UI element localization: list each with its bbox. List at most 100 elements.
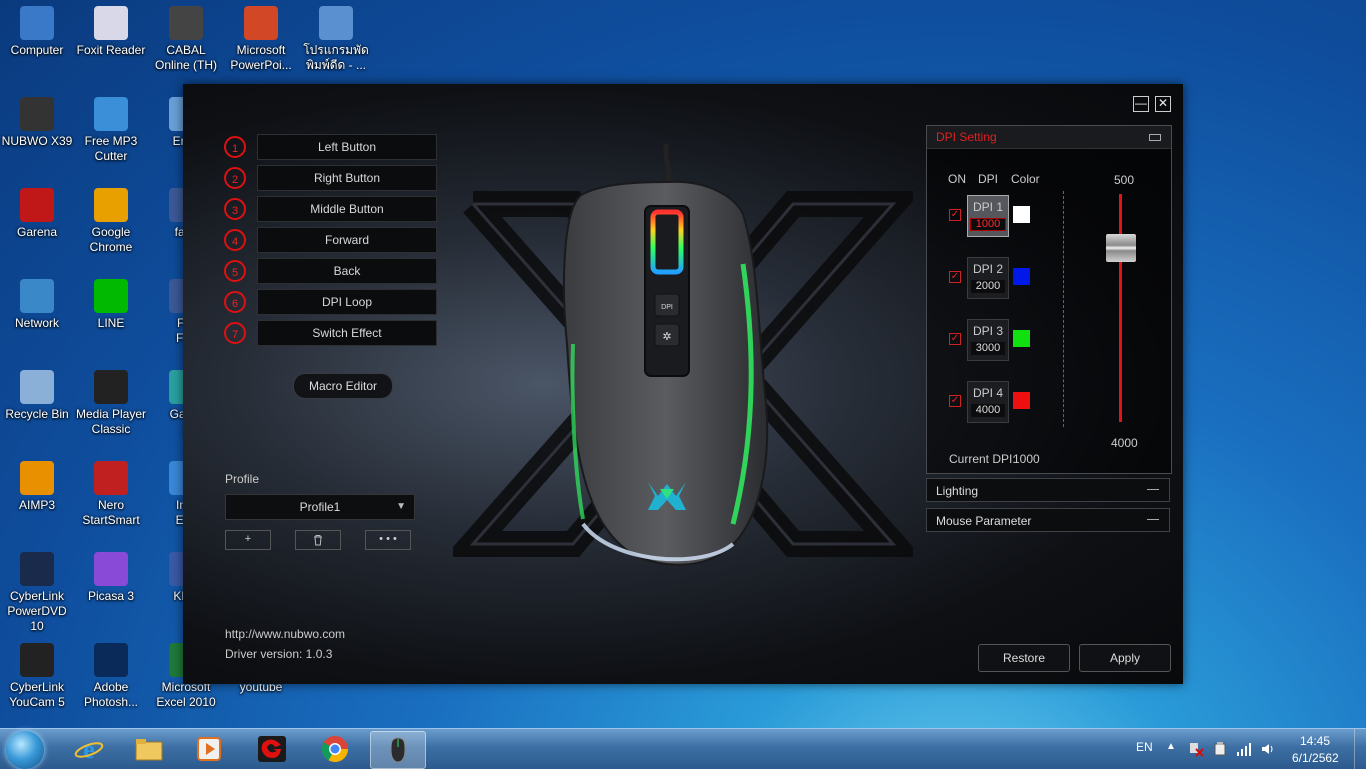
button-assign-2[interactable]: Right Button: [257, 165, 437, 191]
website-link[interactable]: http://www.nubwo.com: [225, 627, 345, 641]
clock-time[interactable]: 14:45: [1300, 734, 1330, 748]
dpi-level-value[interactable]: 1000: [970, 218, 1006, 231]
desktop-icon[interactable]: Network: [0, 279, 74, 331]
button-number: 4: [224, 228, 246, 251]
taskbar-nubwo[interactable]: [370, 731, 426, 769]
dpi-setting-header[interactable]: DPI Setting: [927, 126, 1171, 149]
minimize-button[interactable]: —: [1133, 96, 1149, 112]
add-profile-button[interactable]: +: [225, 530, 271, 550]
app-icon: [20, 188, 54, 222]
dpi-level-value[interactable]: 2000: [971, 280, 1005, 293]
dpi-slider-handle[interactable]: [1106, 234, 1136, 262]
mouse-icon: [390, 737, 406, 763]
dpi-level-3[interactable]: DPI 3 3000: [967, 319, 1009, 361]
delete-profile-button[interactable]: [295, 530, 341, 550]
button-assign-3[interactable]: Middle Button: [257, 196, 437, 222]
dpi-level-value[interactable]: 4000: [971, 404, 1005, 417]
button-assign-6[interactable]: DPI Loop: [257, 289, 437, 315]
desktop-icon[interactable]: Free MP3 Cutter: [74, 97, 148, 164]
dpi-color-swatch[interactable]: [1013, 206, 1030, 223]
button-row: 6 DPI Loop: [224, 289, 437, 315]
divider: [1063, 191, 1064, 427]
button-number: 2: [224, 166, 246, 189]
dpi-slider-track[interactable]: [1119, 194, 1122, 422]
desktop-icon[interactable]: โปรแกรมพัด พิมพ์ดีด - ...: [299, 6, 373, 73]
button-row: 7 Switch Effect: [224, 320, 437, 346]
app-icon: [244, 6, 278, 40]
button-assign-1[interactable]: Left Button: [257, 134, 437, 160]
button-number: 5: [224, 259, 246, 282]
volume-icon[interactable]: [1260, 741, 1276, 757]
action-center-icon[interactable]: [1188, 741, 1204, 757]
desktop-icon[interactable]: Recycle Bin: [0, 370, 74, 422]
desktop-icon-label: Microsoft PowerPoi...: [230, 43, 292, 72]
apply-button[interactable]: Apply: [1079, 644, 1171, 672]
desktop-icon[interactable]: NUBWO X39: [0, 97, 74, 149]
col-color: Color: [1011, 172, 1040, 186]
dpi-level-1[interactable]: DPI 1 1000: [967, 195, 1009, 237]
show-desktop-button[interactable]: [1354, 729, 1366, 769]
desktop-icon[interactable]: Adobe Photosh...: [74, 643, 148, 710]
app-icon: [20, 643, 54, 677]
taskbar-media-player[interactable]: [182, 731, 236, 767]
taskbar-chrome[interactable]: [308, 731, 362, 767]
start-button[interactable]: [6, 731, 44, 769]
desktop-icon[interactable]: Microsoft PowerPoi...: [224, 6, 298, 73]
taskbar: e EN ▲ 14:45 6/1/2562: [0, 728, 1366, 769]
dpi-setting-title: DPI Setting: [936, 130, 997, 144]
collapse-icon[interactable]: [1149, 134, 1161, 141]
dpi-enable-checkbox[interactable]: ✓: [949, 209, 961, 221]
desktop-icon[interactable]: Google Chrome: [74, 188, 148, 255]
taskbar-garena[interactable]: [245, 731, 299, 767]
dpi-level-value[interactable]: 3000: [971, 342, 1005, 355]
desktop-icon[interactable]: CABAL Online (TH): [149, 6, 223, 73]
restore-button[interactable]: Restore: [978, 644, 1070, 672]
language-indicator[interactable]: EN: [1136, 740, 1153, 754]
app-icon: [94, 188, 128, 222]
dpi-level-name: DPI 4: [972, 386, 1003, 400]
button-assign-7[interactable]: Switch Effect: [257, 320, 437, 346]
desktop-icon[interactable]: Computer: [0, 6, 74, 58]
taskbar-explorer[interactable]: [122, 731, 176, 767]
desktop-icon[interactable]: Media Player Classic: [74, 370, 148, 437]
desktop-icon[interactable]: CyberLink PowerDVD 10: [0, 552, 74, 634]
taskbar-ie[interactable]: e: [62, 731, 116, 767]
dpi-enable-checkbox[interactable]: ✓: [949, 333, 961, 345]
button-assign-4[interactable]: Forward: [257, 227, 437, 253]
dpi-level-4[interactable]: DPI 4 4000: [967, 381, 1009, 423]
desktop-icon[interactable]: AIMP3: [0, 461, 74, 513]
desktop-icon-label: Nero StartSmart: [82, 498, 140, 527]
dpi-color-swatch[interactable]: [1013, 268, 1030, 285]
col-dpi: DPI: [978, 172, 999, 186]
dpi-level-name: DPI 2: [972, 262, 1003, 276]
mouse-parameter-section[interactable]: Mouse Parameter: [926, 508, 1170, 532]
desktop-icon[interactable]: Nero StartSmart: [74, 461, 148, 528]
svg-text:e: e: [83, 735, 95, 764]
chevron-down-icon: ▼: [396, 501, 406, 512]
button-assign-5[interactable]: Back: [257, 258, 437, 284]
dpi-level-2[interactable]: DPI 2 2000: [967, 257, 1009, 299]
dpi-color-swatch[interactable]: [1013, 330, 1030, 347]
button-number: 3: [224, 197, 246, 220]
macro-editor-button[interactable]: Macro Editor: [293, 373, 393, 399]
dpi-enable-checkbox[interactable]: ✓: [949, 271, 961, 283]
desktop-icon-label: CABAL Online (TH): [154, 43, 217, 72]
desktop-icon[interactable]: Garena: [0, 188, 74, 240]
button-row: 2 Right Button: [224, 165, 437, 191]
internet-explorer-icon: e: [74, 735, 104, 764]
dpi-color-swatch[interactable]: [1013, 392, 1030, 409]
lighting-section[interactable]: Lighting: [926, 478, 1170, 502]
trash-icon: [314, 535, 322, 546]
desktop-icon[interactable]: CyberLink YouCam 5: [0, 643, 74, 710]
show-hidden-icons[interactable]: ▲: [1166, 741, 1176, 752]
close-button[interactable]: ✕: [1155, 96, 1171, 112]
desktop-icon[interactable]: Foxit Reader: [74, 6, 148, 58]
profile-select[interactable]: Profile1 ▼: [225, 494, 415, 520]
desktop-icon[interactable]: LINE: [74, 279, 148, 331]
desktop-icon[interactable]: Picasa 3: [74, 552, 148, 604]
network-signal-icon[interactable]: [1236, 741, 1252, 757]
clock-date[interactable]: 6/1/2562: [1292, 751, 1339, 765]
more-profile-button[interactable]: • • •: [365, 530, 411, 550]
dpi-enable-checkbox[interactable]: ✓: [949, 395, 961, 407]
device-icon[interactable]: [1212, 741, 1228, 757]
